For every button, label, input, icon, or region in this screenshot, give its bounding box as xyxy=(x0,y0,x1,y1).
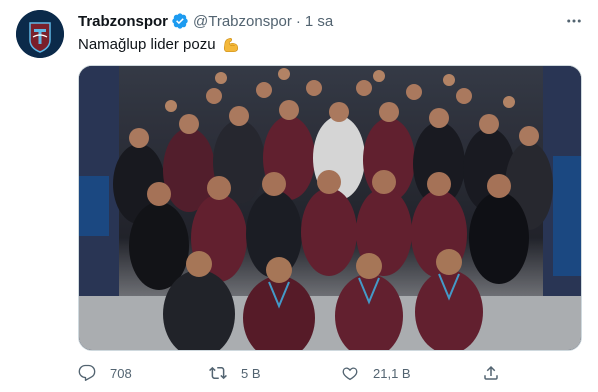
tweet-text: Namağlup lider pozu xyxy=(78,36,216,53)
trabzonspor-logo-icon xyxy=(16,10,64,58)
tweet[interactable]: Trabzonspor @Trabzonspor · 1 sa Namağlup… xyxy=(0,0,598,392)
share-icon xyxy=(484,365,498,380)
like-count: 21,1 B xyxy=(373,365,411,381)
tweet-actions: 708 5 B 21,1 B xyxy=(78,360,582,386)
tweet-header: Trabzonspor @Trabzonspor · 1 sa xyxy=(78,11,333,31)
retweet-button[interactable]: 5 B xyxy=(209,360,261,386)
more-icon xyxy=(567,19,581,23)
tweet-timestamp[interactable]: 1 sa xyxy=(305,13,333,30)
trabzonspor-avatar[interactable] xyxy=(16,10,64,58)
tweet-photo[interactable] xyxy=(78,65,582,351)
author-name[interactable]: Trabzonspor xyxy=(78,13,168,30)
author-handle[interactable]: @Trabzonspor xyxy=(193,13,292,30)
more-button[interactable] xyxy=(562,9,586,33)
separator-dot: · xyxy=(295,12,301,30)
flexed-biceps-emoji-icon xyxy=(223,37,238,53)
like-icon xyxy=(342,367,358,381)
retweet-count: 5 B xyxy=(241,365,261,381)
like-button[interactable]: 21,1 B xyxy=(341,360,411,386)
reply-count: 708 xyxy=(110,365,132,381)
reply-icon xyxy=(78,364,96,381)
retweet-icon xyxy=(209,366,227,380)
share-button[interactable] xyxy=(482,360,514,386)
team-celebration-photo xyxy=(79,66,581,350)
tweet-text-row: Namağlup lider pozu xyxy=(78,35,240,55)
reply-button[interactable]: 708 xyxy=(78,360,132,386)
verified-badge-icon xyxy=(172,13,188,29)
